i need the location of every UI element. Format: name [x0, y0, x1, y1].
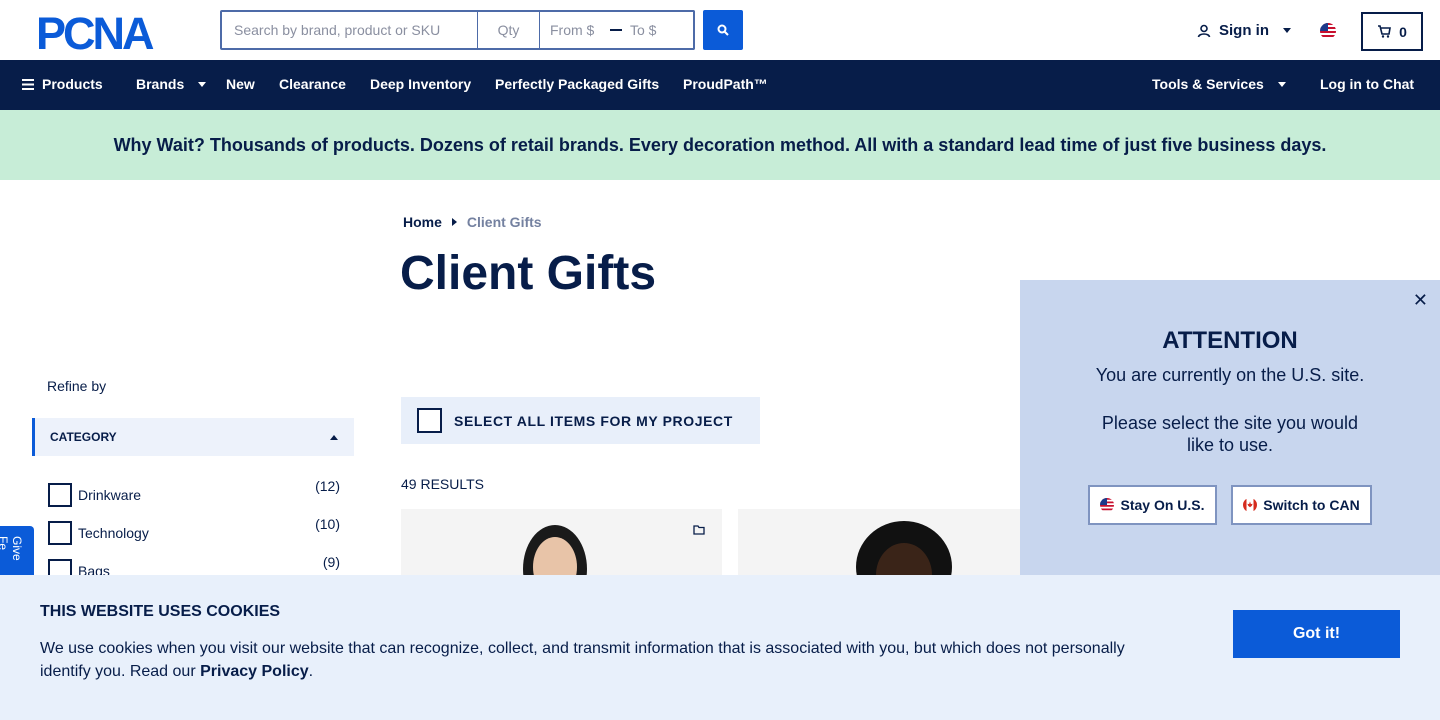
chevron-down-icon: [1277, 81, 1286, 87]
filter-item-drinkware[interactable]: Drinkware (12): [48, 478, 340, 507]
cookie-banner: THIS WEBSITE USES COOKIES We use cookies…: [0, 575, 1440, 720]
chevron-up-icon: [330, 435, 338, 440]
site-selector-modal: ✕ ATTENTION You are currently on the U.S…: [1020, 280, 1440, 580]
us-flag-icon[interactable]: [1320, 23, 1336, 39]
price-range: [540, 10, 695, 50]
nav-proudpath[interactable]: ProudPath™: [683, 76, 768, 92]
nav-perfectly-packaged-gifts[interactable]: Perfectly Packaged Gifts: [495, 76, 659, 92]
modal-prompt: Please select the site you would like to…: [1101, 413, 1359, 455]
cookie-title: THIS WEBSITE USES COOKIES: [40, 603, 281, 620]
logo-text: PCNA: [36, 12, 154, 52]
cookie-accept-button[interactable]: Got it!: [1233, 610, 1400, 658]
canada-flag-icon: [1243, 498, 1258, 512]
nav-deep-inventory-label: Deep Inventory: [370, 76, 472, 92]
select-all-label: SELECT ALL ITEMS FOR MY PROJECT: [454, 412, 733, 429]
select-all-items[interactable]: SELECT ALL ITEMS FOR MY PROJECT: [401, 397, 760, 444]
page-title: Client Gifts: [400, 247, 657, 300]
switch-label: Switch to CAN: [1263, 497, 1360, 513]
nav-proudpath-label: ProudPath™: [683, 76, 768, 92]
qty-input[interactable]: [478, 10, 540, 50]
pcna-logo[interactable]: PCNA: [36, 12, 184, 52]
nav-clearance[interactable]: Clearance: [279, 76, 346, 92]
search-group: [220, 10, 695, 50]
filter-count: (9): [322, 554, 340, 570]
category-filter-header[interactable]: CATEGORY: [32, 418, 354, 456]
nav-brands-label: Brands: [136, 76, 185, 92]
privacy-policy-link[interactable]: Privacy Policy: [200, 663, 309, 680]
results-count: 49 RESULTS: [401, 476, 484, 492]
price-to-input[interactable]: [630, 22, 682, 38]
user-icon: [1197, 24, 1211, 37]
chevron-down-icon: [198, 81, 207, 87]
cart-button[interactable]: 0: [1361, 12, 1423, 51]
filter-count: (12): [315, 478, 340, 494]
stay-on-us-button[interactable]: Stay On U.S.: [1088, 485, 1217, 525]
nav-tools-services[interactable]: Tools & Services: [1152, 76, 1286, 92]
switch-to-can-button[interactable]: Switch to CAN: [1231, 485, 1372, 525]
nav-new[interactable]: New: [226, 76, 255, 92]
cookie-message: We use cookies when you visit our websit…: [40, 637, 1160, 683]
nav-chat-label: Log in to Chat: [1320, 76, 1415, 92]
nav-products[interactable]: Products: [22, 76, 103, 92]
promo-banner-text: Why Wait? Thousands of products. Dozens …: [113, 134, 1327, 155]
promo-banner: Why Wait? Thousands of products. Dozens …: [0, 110, 1440, 180]
close-icon[interactable]: ✕: [1413, 290, 1428, 311]
search-input[interactable]: [220, 10, 478, 50]
price-from-input[interactable]: [550, 22, 602, 38]
filter-item-technology[interactable]: Technology (10): [48, 516, 340, 545]
nav-clearance-label: Clearance: [279, 76, 346, 92]
nav-perfectly-packaged-label: Perfectly Packaged Gifts: [495, 76, 660, 92]
breadcrumb: Home Client Gifts: [403, 214, 542, 230]
top-header: PCNA Sign in 0: [0, 0, 1440, 60]
chevron-right-icon: [451, 218, 457, 226]
search-button[interactable]: [703, 10, 743, 50]
sign-in-menu[interactable]: Sign in: [1197, 22, 1291, 39]
nav-log-in-to-chat[interactable]: Log in to Chat: [1320, 76, 1414, 92]
folder-icon[interactable]: [693, 525, 705, 535]
hamburger-icon: [22, 78, 34, 90]
cart-icon: [1378, 25, 1392, 38]
refine-by-label: Refine by: [47, 378, 107, 394]
filter-label: Technology: [78, 525, 149, 541]
cart-count: 0: [1399, 23, 1407, 40]
nav-tools-label: Tools & Services: [1152, 76, 1264, 92]
stay-label: Stay On U.S.: [1120, 497, 1205, 513]
modal-title: ATTENTION: [1162, 327, 1298, 354]
filter-count: (10): [315, 516, 340, 532]
cookie-period: .: [308, 663, 314, 680]
us-flag-icon: [1100, 498, 1115, 512]
chevron-down-icon: [1283, 28, 1291, 33]
search-icon: [717, 24, 729, 36]
nav-deep-inventory[interactable]: Deep Inventory: [370, 76, 471, 92]
filter-label: Drinkware: [78, 487, 142, 503]
filter-checkbox[interactable]: [48, 483, 72, 507]
category-header-label: CATEGORY: [50, 430, 117, 444]
modal-message: You are currently on the U.S. site.: [1095, 365, 1365, 385]
main-nav: Products Brands New Clearance Deep Inven…: [0, 60, 1440, 110]
select-all-checkbox[interactable]: [417, 408, 442, 433]
range-dash: [610, 29, 622, 31]
nav-new-label: New: [226, 76, 255, 92]
nav-brands[interactable]: Brands: [136, 76, 207, 92]
filter-checkbox[interactable]: [48, 521, 72, 545]
sign-in-label: Sign in: [1219, 22, 1269, 39]
nav-products-label: Products: [42, 76, 103, 92]
breadcrumb-home[interactable]: Home: [403, 214, 442, 230]
breadcrumb-current: Client Gifts: [466, 214, 542, 230]
